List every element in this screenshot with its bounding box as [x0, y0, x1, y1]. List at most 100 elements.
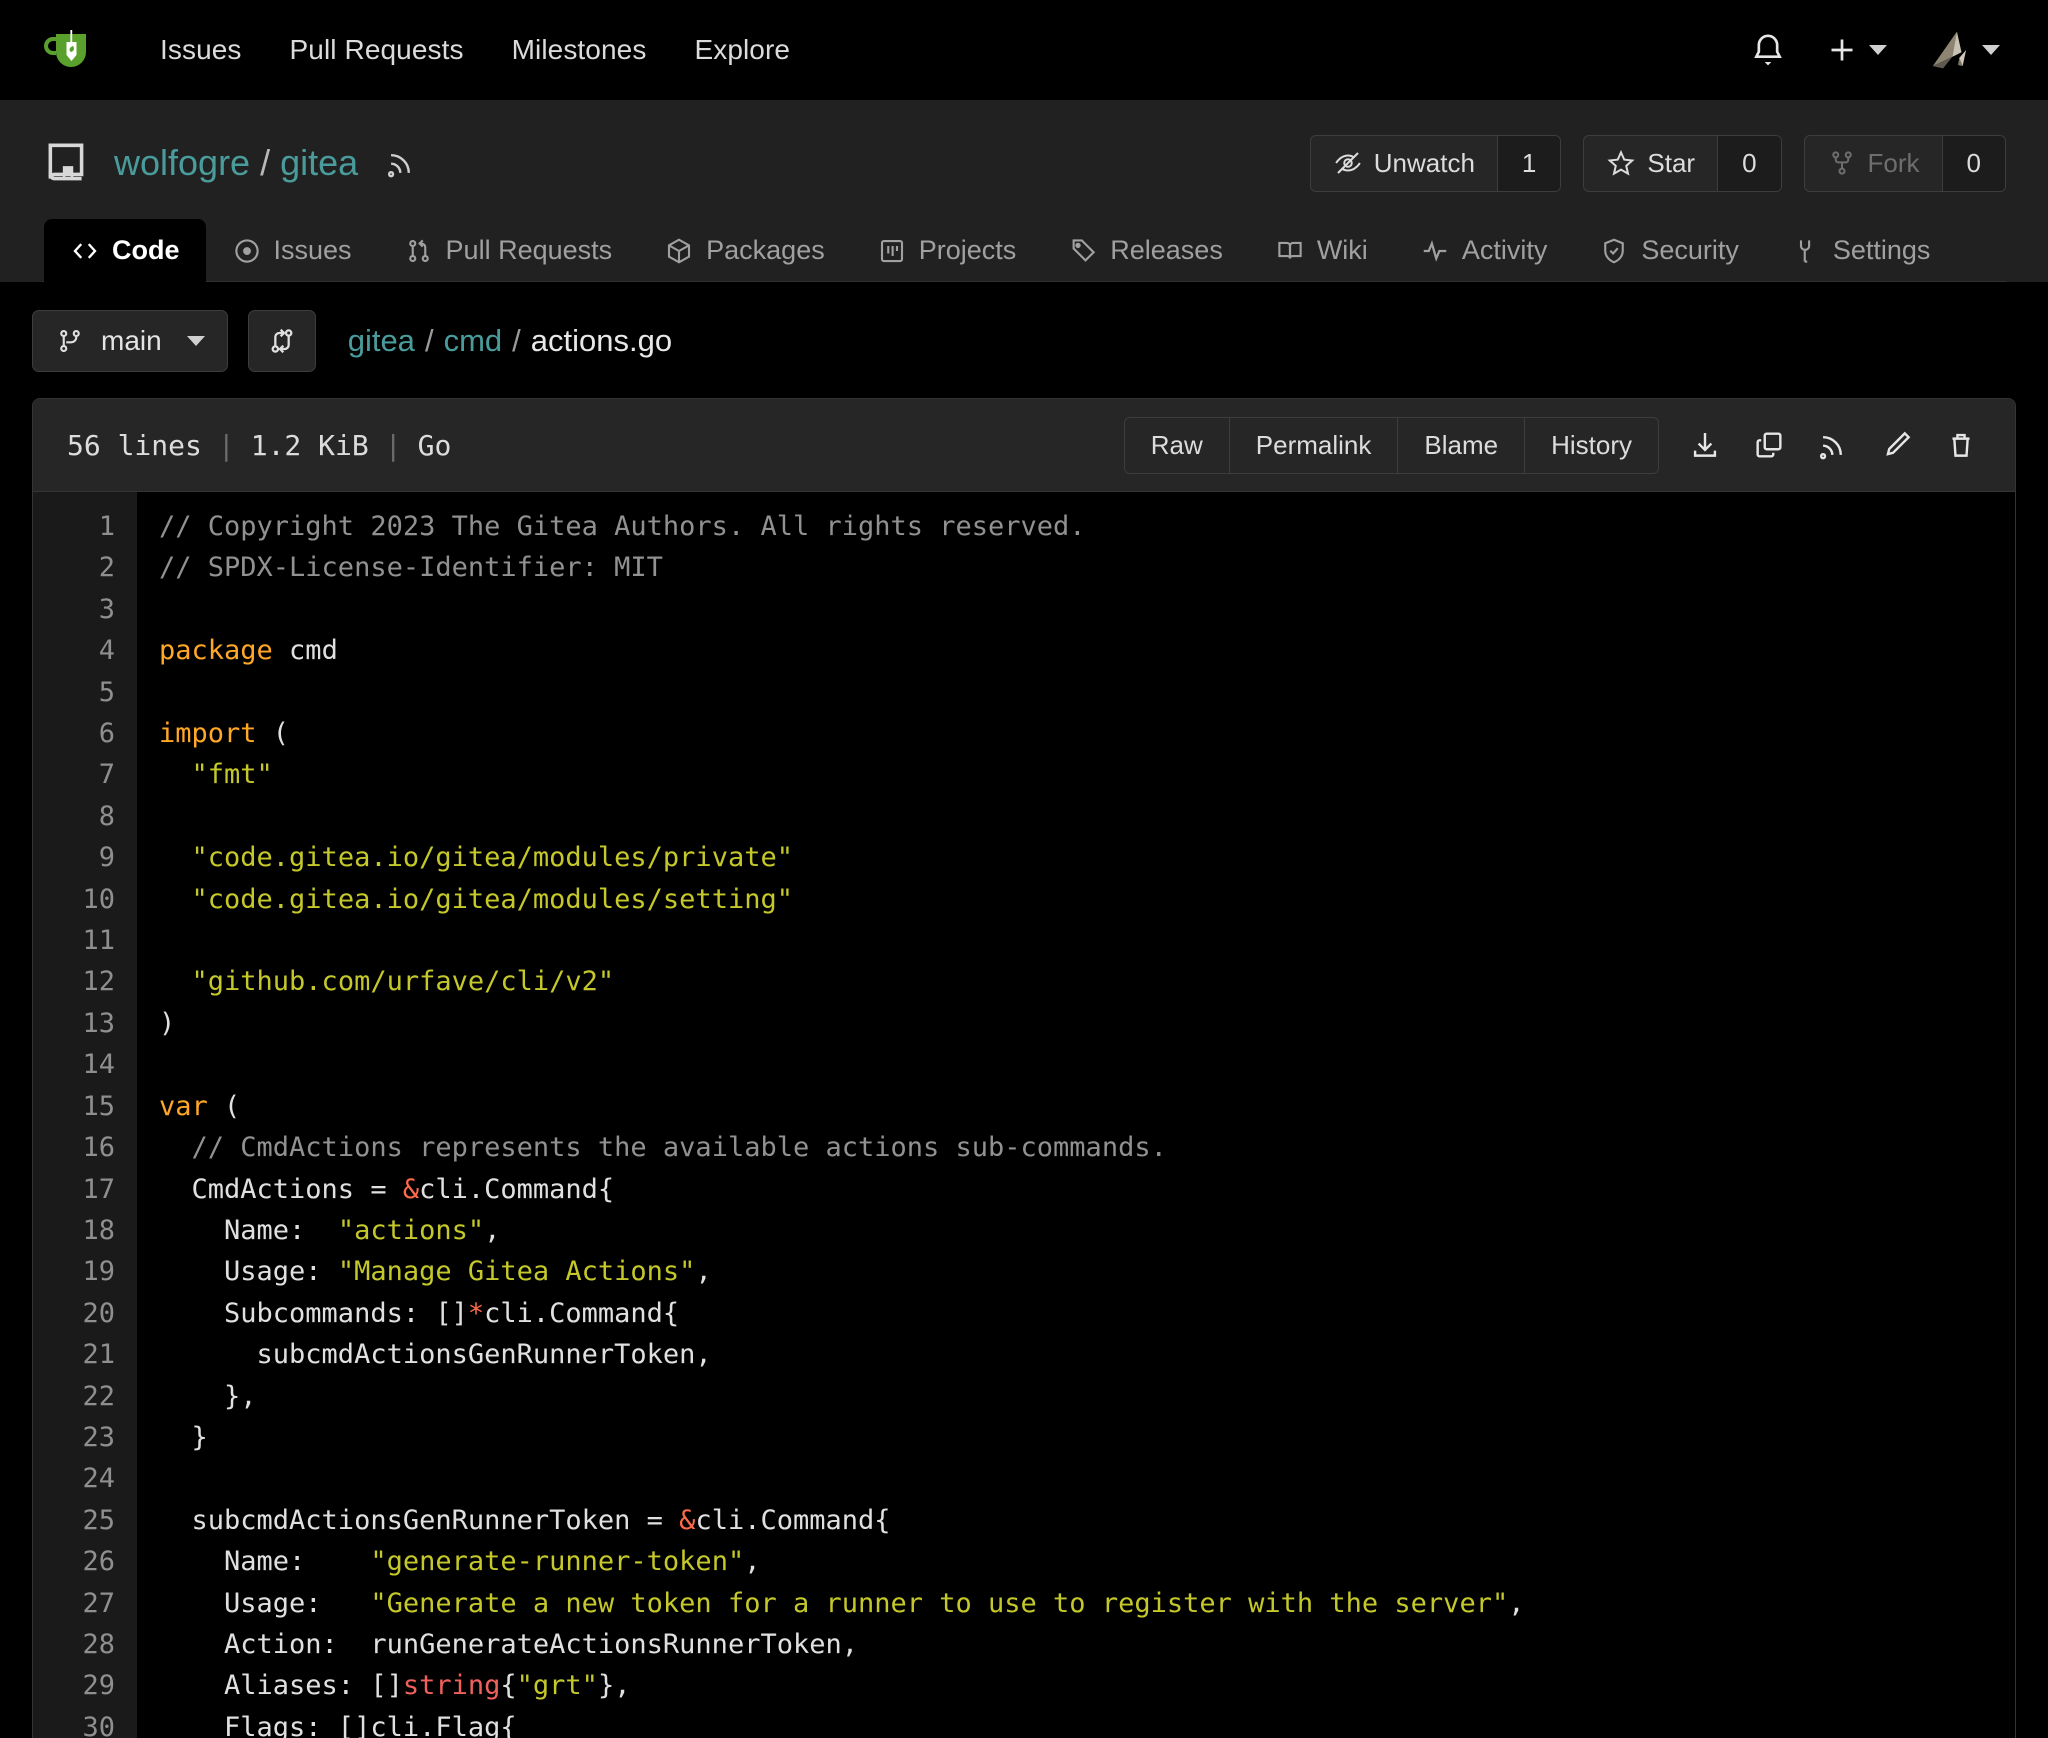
- fork-button[interactable]: Fork: [1805, 136, 1942, 191]
- line-number[interactable]: 30: [33, 1707, 137, 1738]
- line-number[interactable]: 27: [33, 1583, 137, 1624]
- file-view-container: 56 lines | 1.2 KiB | Go Raw Permalink Bl…: [32, 398, 2016, 1738]
- tab-security[interactable]: Security: [1573, 219, 1765, 282]
- edit-pencil-icon[interactable]: [1865, 415, 1929, 475]
- unwatch-button[interactable]: Unwatch: [1311, 136, 1497, 191]
- line-number[interactable]: 3: [33, 589, 137, 630]
- meta-divider: |: [218, 429, 235, 462]
- git-pull-request-icon: [404, 236, 434, 266]
- tab-settings-label: Settings: [1833, 235, 1931, 266]
- line-number[interactable]: 8: [33, 796, 137, 837]
- tab-wiki[interactable]: Wiki: [1249, 219, 1394, 282]
- create-new-menu[interactable]: [1806, 24, 1905, 76]
- line-number[interactable]: 2: [33, 547, 137, 588]
- code-line: "fmt": [159, 754, 2015, 795]
- top-navbar: Issues Pull Requests Milestones Explore: [0, 0, 2048, 100]
- line-number[interactable]: 18: [33, 1210, 137, 1251]
- code-token: Usage:: [159, 1256, 338, 1287]
- fork-button-group: Fork 0: [1804, 135, 2006, 192]
- line-number[interactable]: 5: [33, 672, 137, 713]
- line-number[interactable]: 29: [33, 1665, 137, 1706]
- code-content[interactable]: // Copyright 2023 The Gitea Authors. All…: [137, 492, 2015, 1738]
- code-line: subcmdActionsGenRunnerToken = &cli.Comma…: [159, 1500, 2015, 1541]
- line-number[interactable]: 9: [33, 837, 137, 878]
- tab-settings[interactable]: Settings: [1765, 219, 1957, 282]
- tab-code[interactable]: Code: [44, 219, 206, 282]
- code-token: [159, 842, 192, 873]
- code-token: Aliases: []: [159, 1670, 403, 1701]
- tab-issues[interactable]: Issues: [206, 219, 378, 282]
- line-number[interactable]: 21: [33, 1334, 137, 1375]
- line-number[interactable]: 22: [33, 1376, 137, 1417]
- code-line: "code.gitea.io/gitea/modules/private": [159, 837, 2015, 878]
- branch-selector-button[interactable]: main: [32, 310, 228, 372]
- tab-packages[interactable]: Packages: [638, 219, 851, 282]
- breadcrumb-item-cmd[interactable]: cmd: [444, 323, 503, 359]
- line-number[interactable]: 12: [33, 961, 137, 1002]
- star-button[interactable]: Star: [1584, 136, 1717, 191]
- code-token: Flags: []cli.Flag{: [159, 1712, 517, 1738]
- repo-icon: [42, 138, 92, 188]
- line-number[interactable]: 13: [33, 1003, 137, 1044]
- code-line: Usage: "Manage Gitea Actions",: [159, 1251, 2015, 1292]
- gitea-logo-icon[interactable]: [42, 20, 102, 80]
- nav-link-milestones[interactable]: Milestones: [488, 24, 671, 76]
- nav-link-explore[interactable]: Explore: [670, 24, 814, 76]
- rss-icon[interactable]: [1801, 415, 1865, 475]
- code-viewer: 1234567891011121314151617181920212223242…: [33, 492, 2015, 1738]
- tab-activity[interactable]: Activity: [1394, 219, 1574, 282]
- line-number[interactable]: 1: [33, 506, 137, 547]
- line-number[interactable]: 25: [33, 1500, 137, 1541]
- code-token: // SPDX-License-Identifier: MIT: [159, 552, 663, 583]
- code-token: &: [403, 1174, 419, 1205]
- line-number[interactable]: 7: [33, 754, 137, 795]
- line-number[interactable]: 15: [33, 1086, 137, 1127]
- repo-owner-link[interactable]: wolfogre: [114, 142, 250, 184]
- line-number[interactable]: 11: [33, 920, 137, 961]
- copy-icon[interactable]: [1737, 415, 1801, 475]
- code-token: cmd: [273, 635, 338, 666]
- line-number[interactable]: 6: [33, 713, 137, 754]
- raw-button[interactable]: Raw: [1125, 418, 1230, 473]
- line-number[interactable]: 14: [33, 1044, 137, 1085]
- nav-link-pull-requests[interactable]: Pull Requests: [266, 24, 488, 76]
- line-number[interactable]: 16: [33, 1127, 137, 1168]
- code-token: import: [159, 718, 257, 749]
- compare-branches-button[interactable]: [248, 310, 316, 372]
- code-line: Name: "actions",: [159, 1210, 2015, 1251]
- line-number[interactable]: 23: [33, 1417, 137, 1458]
- line-number[interactable]: 26: [33, 1541, 137, 1582]
- line-number[interactable]: 10: [33, 879, 137, 920]
- watch-count[interactable]: 1: [1497, 136, 1560, 191]
- line-number[interactable]: 24: [33, 1458, 137, 1499]
- history-button[interactable]: History: [1525, 418, 1658, 473]
- star-count[interactable]: 0: [1717, 136, 1780, 191]
- repo-name-link[interactable]: gitea: [280, 142, 358, 184]
- trash-delete-icon[interactable]: [1929, 415, 1993, 475]
- tab-releases[interactable]: Releases: [1042, 219, 1249, 282]
- line-number[interactable]: 28: [33, 1624, 137, 1665]
- file-metadata: 56 lines | 1.2 KiB | Go: [55, 429, 451, 462]
- tab-projects[interactable]: Projects: [851, 219, 1043, 282]
- user-menu[interactable]: [1905, 19, 2016, 81]
- tab-pull-requests[interactable]: Pull Requests: [378, 219, 639, 282]
- line-number[interactable]: 17: [33, 1169, 137, 1210]
- bell-icon[interactable]: [1730, 22, 1806, 78]
- rss-icon[interactable]: [384, 146, 418, 180]
- line-number[interactable]: 4: [33, 630, 137, 671]
- code-line: [159, 1458, 2015, 1499]
- code-line: // CmdActions represents the available a…: [159, 1127, 2015, 1168]
- nav-link-issues[interactable]: Issues: [136, 24, 266, 76]
- permalink-button[interactable]: Permalink: [1230, 418, 1399, 473]
- code-token: var: [159, 1091, 208, 1122]
- fork-count[interactable]: 0: [1942, 136, 2005, 191]
- line-number[interactable]: 19: [33, 1251, 137, 1292]
- download-icon[interactable]: [1673, 415, 1737, 475]
- breadcrumb-separator: /: [512, 323, 521, 359]
- line-number[interactable]: 20: [33, 1293, 137, 1334]
- file-header-actions: Raw Permalink Blame History: [1124, 415, 1993, 475]
- user-avatar: [1927, 27, 1973, 73]
- breadcrumb-item-gitea[interactable]: gitea: [348, 323, 415, 359]
- blame-button[interactable]: Blame: [1398, 418, 1525, 473]
- chevron-down-icon: [1982, 45, 2000, 55]
